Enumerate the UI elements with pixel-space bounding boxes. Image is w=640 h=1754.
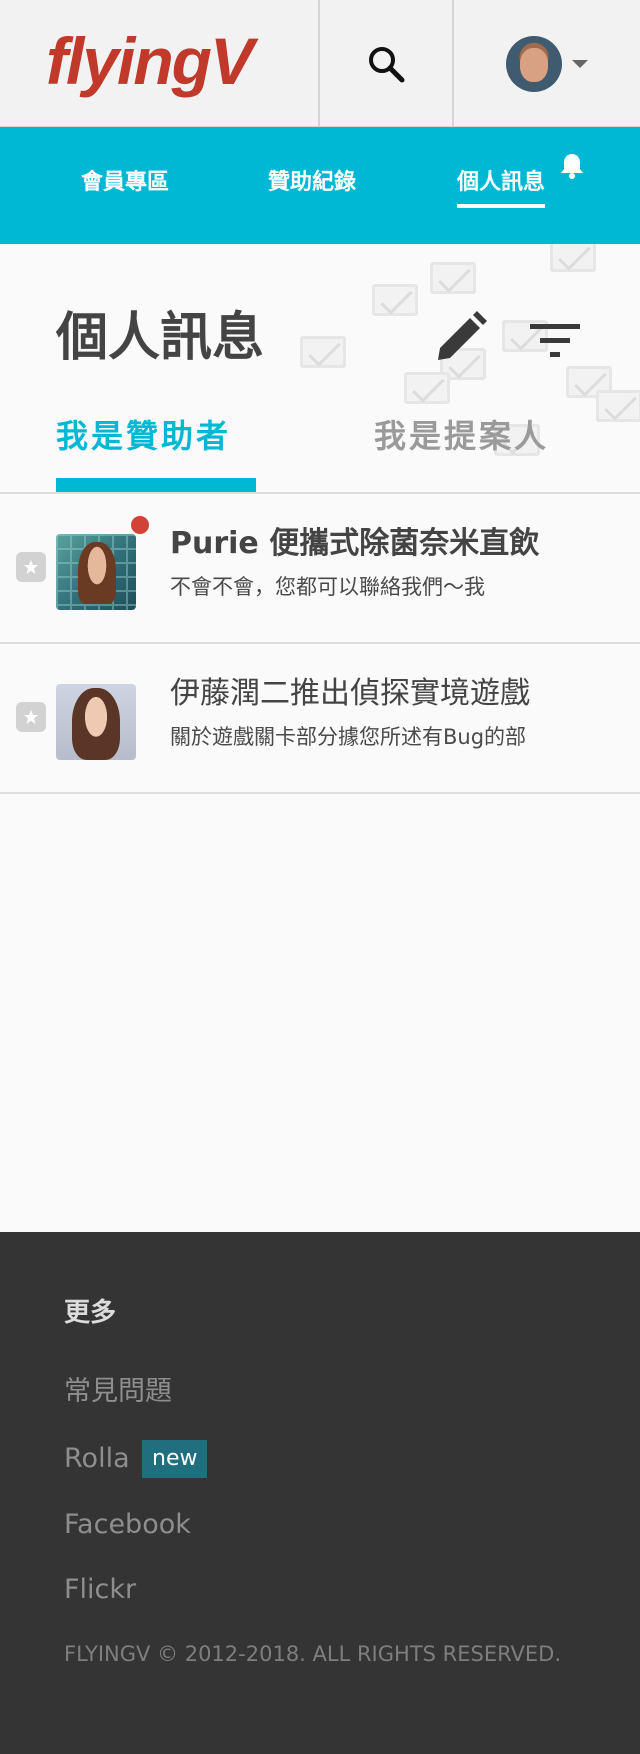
star-icon: [24, 560, 38, 574]
bell-icon: [561, 154, 583, 179]
message-row[interactable]: 伊藤潤二推出偵探實境遊戲 關於遊戲關卡部分據您所述有Bug的部: [0, 644, 640, 792]
filter-icon[interactable]: [528, 322, 584, 362]
user-menu-button[interactable]: [454, 0, 640, 127]
site-footer: 更多 常見問題 Rolla new Facebook Flickr FLYING…: [0, 1232, 640, 1754]
search-button[interactable]: [320, 0, 452, 127]
star-icon: [24, 710, 38, 724]
messages-panel: 個人訊息 我是贊助者 我是提案人 Purie 便攜式除菌奈米直飲 不會不會，您都…: [0, 244, 640, 1232]
site-header: flyingV: [0, 0, 640, 127]
active-tab-indicator: [56, 478, 256, 492]
star-icon[interactable]: [16, 552, 46, 582]
message-preview: 關於遊戲關卡部分據您所述有Bug的部: [170, 725, 527, 749]
member-tab-nav: 會員專區 贊助紀錄 個人訊息: [0, 127, 640, 244]
copyright: FLYINGV © 2012-2018. ALL RIGHTS RESERVED…: [64, 1642, 562, 1666]
envelope-icon: [372, 284, 418, 316]
project-thumbnail: [56, 684, 136, 760]
message-title: 伊藤潤二推出偵探實境遊戲: [170, 676, 530, 711]
envelope-icon: [300, 336, 346, 368]
search-icon: [369, 46, 405, 82]
new-badge: new: [142, 1440, 208, 1478]
flyingv-logo[interactable]: flyingV: [46, 26, 254, 96]
page-title: 個人訊息: [56, 308, 265, 368]
unread-indicator: [129, 514, 151, 536]
message-row[interactable]: Purie 便攜式除菌奈米直飲 不會不會，您都可以聯絡我們～我: [0, 494, 640, 642]
footer-heading: 更多: [64, 1298, 117, 1328]
avatar[interactable]: [506, 35, 562, 92]
footer-link-flickr[interactable]: Flickr: [64, 1572, 136, 1608]
footer-link-faq[interactable]: 常見問題: [64, 1374, 172, 1410]
envelope-icon: [550, 244, 596, 272]
envelope-icon: [596, 390, 640, 422]
envelope-icon: [404, 372, 450, 404]
chevron-down-icon: [572, 59, 588, 68]
footer-link-rolla[interactable]: Rolla: [64, 1441, 130, 1477]
pencil-icon[interactable]: [432, 310, 488, 366]
tab-as-sponsor[interactable]: 我是贊助者: [56, 414, 231, 458]
star-icon[interactable]: [16, 702, 46, 732]
tab-as-proposer[interactable]: 我是提案人: [374, 414, 549, 458]
tab-sponsor-records[interactable]: 贊助紀錄: [268, 167, 356, 199]
message-title: Purie 便攜式除菌奈米直飲: [170, 526, 540, 561]
envelope-icon: [430, 262, 476, 294]
footer-link-facebook[interactable]: Facebook: [64, 1507, 191, 1543]
project-thumbnail: [56, 534, 136, 610]
divider: [0, 792, 640, 794]
tab-member-area[interactable]: 會員專區: [81, 167, 169, 199]
tab-personal-messages[interactable]: 個人訊息: [457, 167, 546, 208]
message-preview: 不會不會，您都可以聯絡我們～我: [170, 575, 485, 599]
